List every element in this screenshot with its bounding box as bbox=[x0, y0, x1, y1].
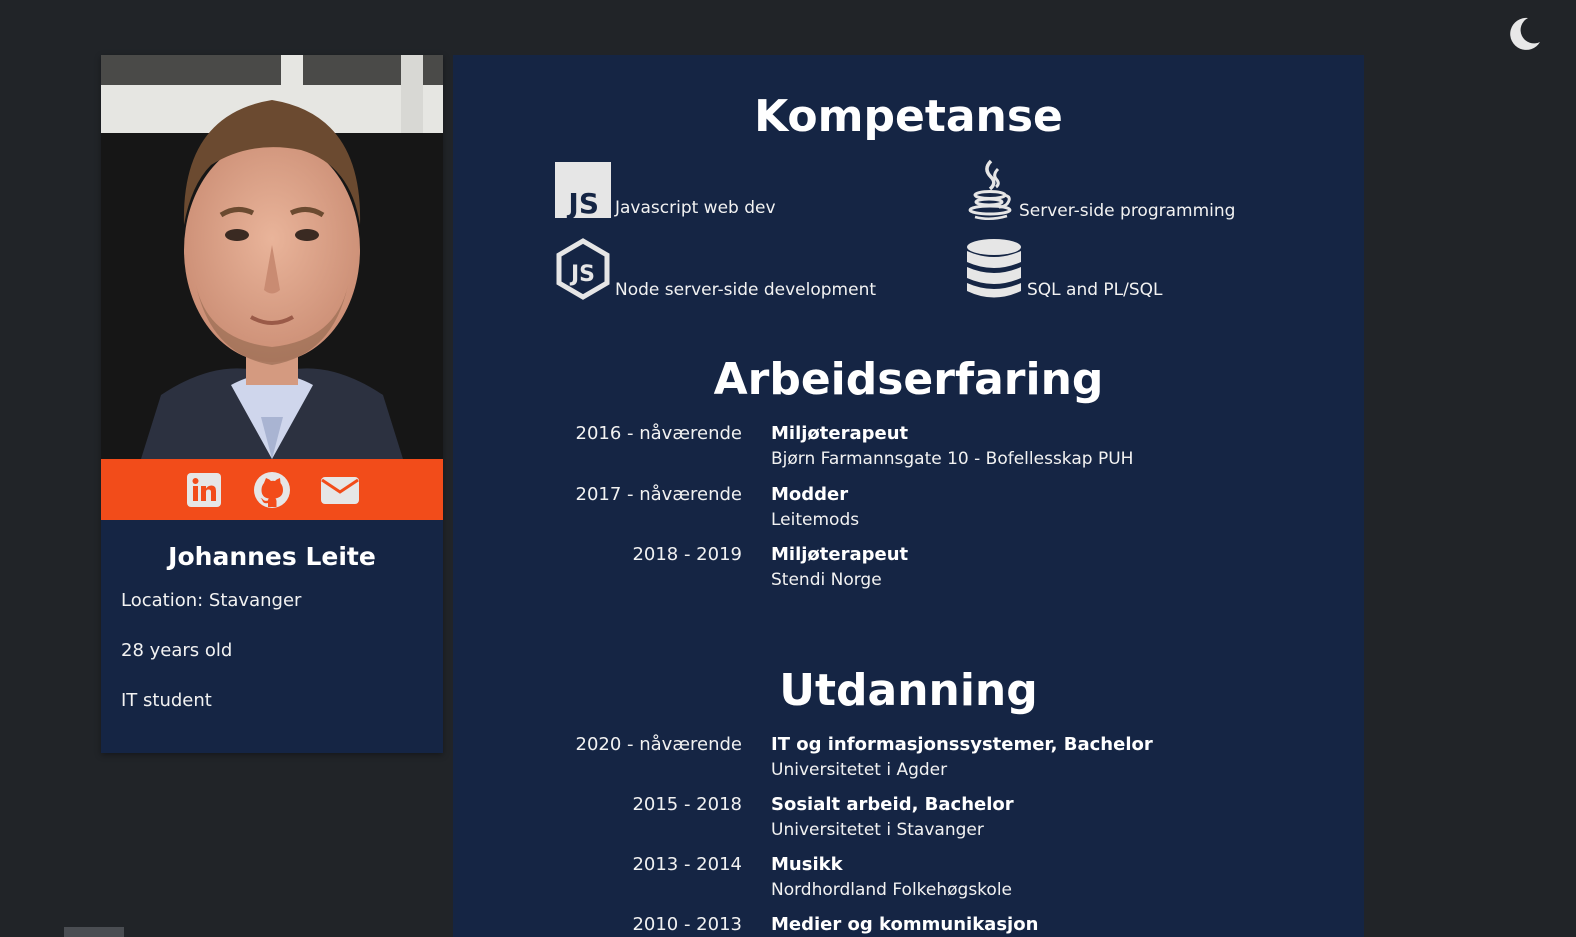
entry-title: Modder bbox=[771, 484, 849, 505]
profile-age: 28 years old bbox=[121, 640, 233, 661]
entry-title: Musikk bbox=[771, 854, 843, 875]
entry-place: Universitetet i Stavanger bbox=[771, 820, 984, 840]
email-icon bbox=[321, 476, 359, 504]
entry-place: Stendi Norge bbox=[771, 570, 882, 590]
email-link[interactable] bbox=[320, 470, 360, 510]
work-entry: 2018 - 2019 Miljøterapeut Stendi Norge bbox=[453, 544, 1364, 596]
java-icon bbox=[968, 159, 1012, 220]
main-panel: Kompetanse JS Javascript web dev Server-… bbox=[453, 55, 1364, 937]
skill-label: SQL and PL/SQL bbox=[1027, 280, 1163, 300]
cv-page: Johannes Leite Location: Stavanger 28 ye… bbox=[0, 0, 1576, 937]
entry-title: Sosialt arbeid, Bachelor bbox=[771, 794, 1014, 815]
linkedin-icon bbox=[187, 472, 221, 507]
entry-years: 2018 - 2019 bbox=[632, 544, 742, 565]
github-icon bbox=[254, 471, 290, 508]
entry-title: Miljøterapeut bbox=[771, 423, 909, 444]
work-title: Arbeidserfaring bbox=[713, 354, 1104, 405]
entry-place: Nordhordland Folkehøgskole bbox=[771, 880, 1013, 900]
entry-place: Bjørn Farmannsgate 10 - Bofellesskap PUH bbox=[771, 449, 1134, 469]
competence-title: Kompetanse bbox=[754, 91, 1063, 142]
javascript-icon: JS bbox=[555, 162, 611, 218]
entry-years: 2016 - nåværende bbox=[575, 423, 743, 444]
entry-years: 2017 - nåværende bbox=[575, 484, 743, 505]
entry-years: 2013 - 2014 bbox=[632, 854, 742, 875]
github-link[interactable] bbox=[252, 470, 292, 510]
svg-text:JS: JS bbox=[566, 187, 599, 218]
skill-javascript: JS Javascript web dev bbox=[555, 162, 776, 218]
profile-photo bbox=[101, 55, 443, 459]
skill-sql: SQL and PL/SQL bbox=[965, 238, 1163, 300]
entry-title: Medier og kommunikasjon bbox=[771, 914, 1039, 935]
entry-years: 2015 - 2018 bbox=[632, 794, 742, 815]
profile-occupation: IT student bbox=[121, 690, 212, 711]
education-entry: 2010 - 2013 Medier og kommunikasjon bbox=[453, 914, 1364, 937]
entry-years: 2020 - nåværende bbox=[575, 734, 743, 755]
social-links-bar bbox=[101, 459, 443, 520]
skill-label: Server-side programming bbox=[1019, 201, 1236, 221]
work-entry: 2016 - nåværende Miljøterapeut Bjørn Far… bbox=[453, 423, 1364, 475]
work-entry: 2017 - nåværende Modder Leitemods bbox=[453, 484, 1364, 536]
moon-icon bbox=[1510, 17, 1540, 50]
entry-title: Miljøterapeut bbox=[771, 544, 909, 565]
education-title: Utdanning bbox=[779, 665, 1038, 716]
database-icon bbox=[967, 239, 1021, 298]
education-entry: 2013 - 2014 Musikk Nordhordland Folkehøg… bbox=[453, 854, 1364, 906]
svg-text:JS: JS bbox=[569, 262, 595, 287]
linkedin-link[interactable] bbox=[184, 470, 224, 510]
profile-location: Location: Stavanger bbox=[121, 590, 302, 611]
scrollbar-thumb[interactable] bbox=[64, 927, 124, 937]
entry-place: Leitemods bbox=[771, 510, 860, 530]
skill-java: Server-side programming bbox=[965, 159, 1235, 221]
entry-place: Universitetet i Agder bbox=[771, 760, 948, 780]
education-entry: 2020 - nåværende IT og informasjonssyste… bbox=[453, 734, 1364, 786]
profile-card: Johannes Leite Location: Stavanger 28 ye… bbox=[101, 55, 443, 753]
skill-label: Node server-side development bbox=[615, 280, 877, 300]
nodejs-icon: JS bbox=[556, 238, 610, 300]
education-entry: 2015 - 2018 Sosialt arbeid, Bachelor Uni… bbox=[453, 794, 1364, 846]
skill-label: Javascript web dev bbox=[615, 198, 776, 218]
entry-title: IT og informasjonssystemer, Bachelor bbox=[771, 734, 1153, 755]
theme-toggle-button[interactable] bbox=[1504, 14, 1544, 54]
entry-years: 2010 - 2013 bbox=[632, 914, 742, 935]
skill-nodejs: JS Node server-side development bbox=[555, 238, 876, 300]
profile-name: Johannes Leite bbox=[168, 542, 376, 571]
